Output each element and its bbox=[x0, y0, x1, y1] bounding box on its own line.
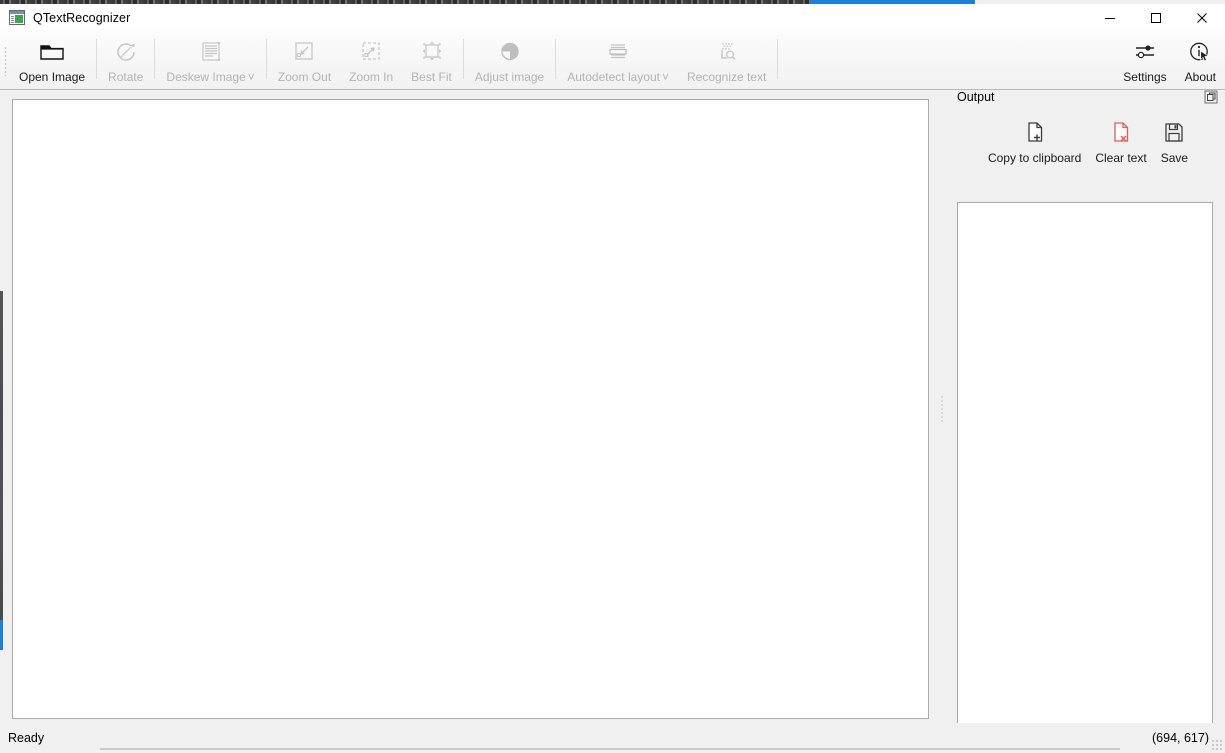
toolbar-drag-handle[interactable] bbox=[0, 31, 10, 90]
toolbar-label-zoom-out: Zoom Out bbox=[277, 70, 332, 84]
close-icon[interactable] bbox=[1179, 4, 1225, 31]
panel-splitter[interactable] bbox=[933, 99, 951, 719]
output-dock: Output Copy to clipboard Clear text Save bbox=[951, 86, 1225, 740]
background-window-underline bbox=[100, 748, 1120, 750]
toolbar-button-zoom-out[interactable]: Zoom Out bbox=[269, 31, 340, 89]
toolbar-button-zoom-in[interactable]: Zoom In bbox=[340, 31, 402, 89]
info-cursor-icon bbox=[1188, 39, 1212, 65]
toolbar-label-rotate: Rotate bbox=[108, 70, 144, 84]
toolbar-separator bbox=[777, 39, 779, 79]
toolbar-label-settings: Settings bbox=[1123, 70, 1167, 84]
output-dock-body: Copy to clipboard Clear text Save bbox=[951, 108, 1225, 740]
resize-grip-icon[interactable] bbox=[1211, 739, 1223, 751]
toolbar-button-rotate[interactable]: Rotate bbox=[99, 31, 152, 89]
output-text-area[interactable] bbox=[957, 202, 1213, 740]
sliders-icon bbox=[1133, 39, 1157, 65]
toolbar-label-about: About bbox=[1184, 70, 1216, 84]
output-button-clear-text[interactable]: Clear text bbox=[1088, 120, 1153, 165]
toolbar-label-recognize-text: Recognize text bbox=[686, 70, 767, 84]
floppy-disk-icon bbox=[1162, 120, 1186, 146]
window-title: QTextRecognizer bbox=[33, 10, 131, 25]
output-dock-title: Output bbox=[957, 90, 995, 104]
output-label-clear-text: Clear text bbox=[1095, 151, 1147, 165]
title-bar: QTextRecognizer bbox=[0, 4, 1225, 31]
main-toolbar: Open Image Rotate Deskew Image ˅ Zoom Ou… bbox=[0, 31, 1225, 90]
toolbar-button-deskew-image[interactable]: Deskew Image ˅ bbox=[157, 31, 263, 89]
status-message: Ready bbox=[8, 731, 45, 745]
chevron-down-icon: ˅ bbox=[247, 70, 255, 84]
toolbar-label-deskew-image: Deskew Image ˅ bbox=[166, 70, 255, 84]
output-toolbar: Copy to clipboard Clear text Save bbox=[951, 108, 1225, 165]
folder-open-icon bbox=[39, 39, 65, 65]
toolbar-button-open-image[interactable]: Open Image bbox=[10, 31, 94, 89]
toolbar-button-adjust-image[interactable]: Adjust image bbox=[466, 31, 553, 89]
best-fit-icon bbox=[420, 39, 444, 65]
window-controls bbox=[1087, 4, 1225, 31]
toolbar-label-open-image: Open Image bbox=[19, 70, 86, 84]
toolbar-separator bbox=[96, 39, 98, 79]
application-window: QTextRecognizer Open Image Rotate Deskew… bbox=[0, 0, 1225, 753]
minimize-icon[interactable] bbox=[1087, 4, 1133, 31]
background-window-accent-left bbox=[0, 620, 3, 650]
output-button-save[interactable]: Save bbox=[1154, 120, 1195, 165]
title-bar-left: QTextRecognizer bbox=[0, 10, 130, 25]
toolbar-separator bbox=[265, 39, 267, 79]
recognize-text-icon bbox=[715, 39, 739, 65]
toolbar-label-adjust-image: Adjust image bbox=[474, 70, 545, 84]
document-delete-icon bbox=[1109, 120, 1133, 146]
toolbar-button-recognize-text[interactable]: Recognize text bbox=[678, 31, 775, 89]
output-label-copy-to-clipboard: Copy to clipboard bbox=[987, 151, 1082, 165]
contrast-circle-icon bbox=[498, 39, 522, 65]
background-window-edge-left bbox=[0, 291, 3, 636]
toolbar-separator bbox=[462, 39, 464, 79]
toolbar-label-zoom-in: Zoom In bbox=[349, 70, 394, 84]
output-button-copy-to-clipboard[interactable]: Copy to clipboard bbox=[981, 120, 1088, 165]
zoom-out-icon bbox=[292, 39, 316, 65]
toolbar-button-autodetect-layout[interactable]: Autodetect layout ˅ bbox=[558, 31, 678, 89]
chevron-down-icon: ˅ bbox=[661, 70, 669, 84]
output-dock-titlebar: Output bbox=[951, 86, 1225, 108]
toolbar-label-best-fit: Best Fit bbox=[411, 70, 452, 84]
toolbar-separator bbox=[154, 39, 156, 79]
image-canvas[interactable] bbox=[12, 99, 929, 719]
layout-detect-icon bbox=[605, 39, 631, 65]
toolbar-button-settings[interactable]: Settings bbox=[1114, 31, 1175, 89]
document-plus-icon bbox=[1023, 120, 1047, 146]
toolbar-label-autodetect-layout: Autodetect layout ˅ bbox=[567, 70, 669, 84]
document-window-icon bbox=[9, 10, 25, 25]
toolbar-button-best-fit[interactable]: Best Fit bbox=[402, 31, 461, 89]
deskew-lines-icon bbox=[198, 39, 224, 65]
zoom-in-icon bbox=[359, 39, 383, 65]
toolbar-separator bbox=[555, 39, 557, 79]
toolbar-button-about[interactable]: About bbox=[1176, 31, 1225, 89]
rotate-icon bbox=[113, 39, 139, 65]
output-label-save: Save bbox=[1160, 151, 1189, 165]
float-window-icon[interactable] bbox=[1203, 89, 1219, 105]
maximize-icon[interactable] bbox=[1133, 4, 1179, 31]
